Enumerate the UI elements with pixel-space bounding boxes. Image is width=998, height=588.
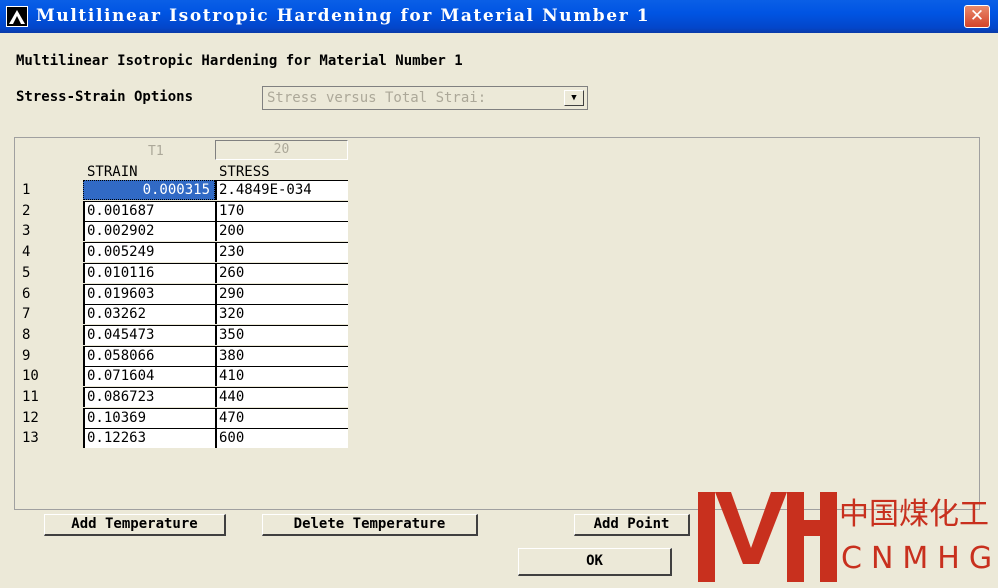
row-number: 2 <box>22 203 31 219</box>
watermark-chinese: 中国煤化工 <box>839 497 989 532</box>
stress-cell[interactable]: 350 <box>215 325 348 345</box>
strain-cell[interactable]: 0.005249 <box>83 242 215 262</box>
dialog-window: Multilinear Isotropic Hardening for Mate… <box>0 0 998 584</box>
temperature-field[interactable]: 20 <box>215 140 348 160</box>
strain-cell[interactable]: 0.058066 <box>83 346 215 366</box>
ansys-logo-icon <box>6 6 28 27</box>
stress-cell[interactable]: 260 <box>215 263 348 283</box>
stress-cell[interactable]: 290 <box>215 284 348 304</box>
row-number: 13 <box>22 430 39 446</box>
strain-cell[interactable]: 0.12263 <box>83 428 215 448</box>
stress-cell[interactable]: 320 <box>215 304 348 324</box>
title-bar[interactable]: Multilinear Isotropic Hardening for Mate… <box>0 0 998 33</box>
dialog-heading: Multilinear Isotropic Hardening for Mate… <box>16 53 463 69</box>
row-number: 4 <box>22 244 31 260</box>
options-value: Stress versus Total Strai: <box>267 90 487 106</box>
strain-cell[interactable]: 0.03262 <box>83 304 215 324</box>
add-temperature-button[interactable]: Add Temperature <box>44 514 226 536</box>
row-number: 11 <box>22 389 39 405</box>
strain-cell[interactable]: 0.002902 <box>83 221 215 241</box>
column-header-strain: STRAIN <box>87 164 138 180</box>
delete-temperature-button[interactable]: Delete Temperature <box>262 514 478 536</box>
row-number: 6 <box>22 286 31 302</box>
stress-cell[interactable]: 200 <box>215 221 348 241</box>
stress-strain-options-select[interactable]: Stress versus Total Strai: ▼ <box>262 86 588 110</box>
row-number: 9 <box>22 348 31 364</box>
row-number: 3 <box>22 223 31 239</box>
stress-cell[interactable]: 380 <box>215 346 348 366</box>
stress-cell[interactable]: 440 <box>215 387 348 407</box>
strain-cell[interactable]: 0.000315 <box>83 180 215 200</box>
stress-cell[interactable]: 2.4849E-034 <box>215 180 348 200</box>
strain-cell[interactable]: 0.045473 <box>83 325 215 345</box>
stress-cell[interactable]: 470 <box>215 408 348 428</box>
stress-cell[interactable]: 410 <box>215 366 348 386</box>
strain-cell[interactable]: 0.001687 <box>83 201 215 221</box>
row-number: 7 <box>22 306 31 322</box>
strain-cell[interactable]: 0.071604 <box>83 366 215 386</box>
row-number: 10 <box>22 368 39 384</box>
column-header-stress: STRESS <box>219 164 270 180</box>
strain-cell[interactable]: 0.086723 <box>83 387 215 407</box>
strain-cell[interactable]: 0.10369 <box>83 408 215 428</box>
row-number: 8 <box>22 327 31 343</box>
window-title: Multilinear Isotropic Hardening for Mate… <box>36 6 651 26</box>
row-number: 1 <box>22 182 31 198</box>
watermark-latin: CNMHG <box>841 541 998 576</box>
ok-button[interactable]: OK <box>518 548 672 576</box>
chevron-down-icon[interactable]: ▼ <box>564 90 584 106</box>
row-number: 5 <box>22 265 31 281</box>
stress-cell[interactable]: 170 <box>215 201 348 221</box>
strain-cell[interactable]: 0.019603 <box>83 284 215 304</box>
add-point-button[interactable]: Add Point <box>574 514 690 536</box>
stress-cell[interactable]: 600 <box>215 428 348 448</box>
stress-cell[interactable]: 230 <box>215 242 348 262</box>
temperature-label: T1 <box>148 144 164 159</box>
cnmhg-watermark-logo: 中国煤化工 CNMHG <box>693 490 998 584</box>
row-number: 12 <box>22 410 39 426</box>
close-button[interactable]: ✕ <box>964 5 990 28</box>
options-label: Stress-Strain Options <box>16 89 194 105</box>
strain-cell[interactable]: 0.010116 <box>83 263 215 283</box>
